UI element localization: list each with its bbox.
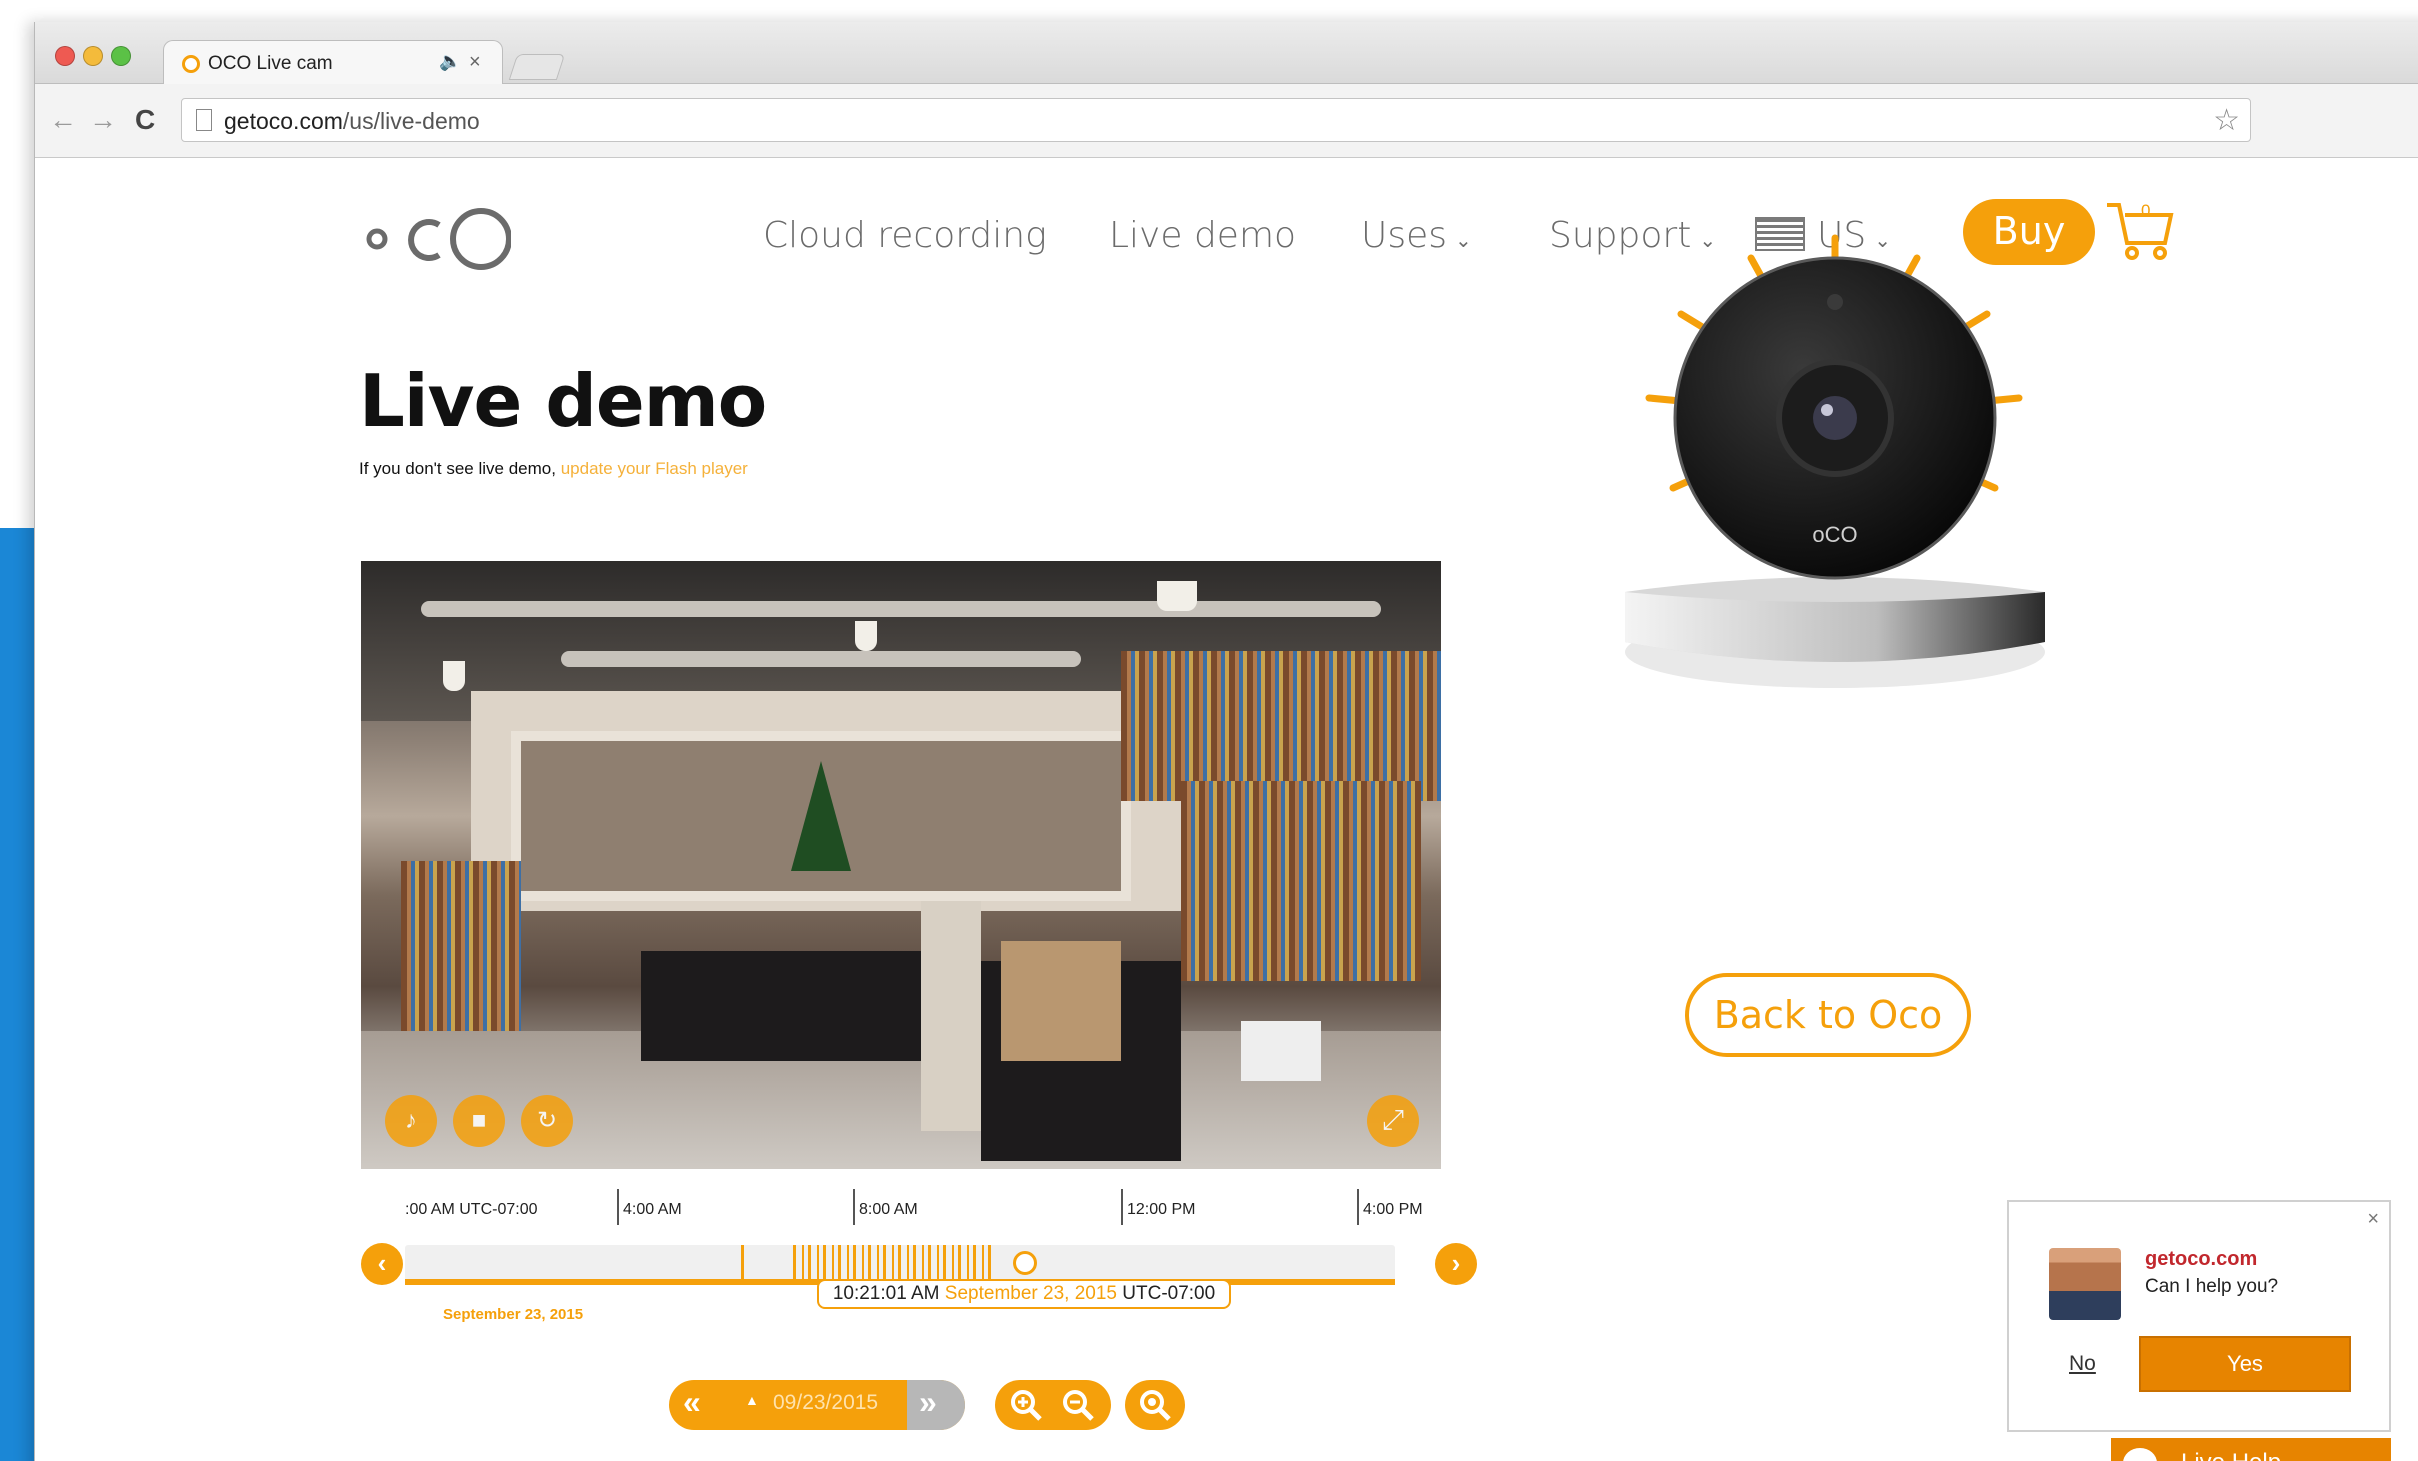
next-day-icon: » xyxy=(919,1384,937,1420)
zoom-reset-button[interactable] xyxy=(1125,1380,1185,1430)
zoom-in-icon[interactable] xyxy=(1009,1388,1043,1422)
fullscreen-icon[interactable]: ⤢ xyxy=(1367,1095,1419,1147)
url-text[interactable]: getoco.com/us/live-demo xyxy=(224,108,480,135)
timeline-time-tooltip: 10:21:01 AM September 23, 2015 UTC-07:00 xyxy=(817,1279,1231,1309)
chat-close-icon[interactable]: × xyxy=(2367,1208,2379,1231)
timeline-prev-button[interactable]: ‹ xyxy=(361,1243,403,1285)
back-to-oco-button[interactable]: Back to Oco xyxy=(1685,973,1971,1057)
video-lamp xyxy=(1157,581,1197,611)
video-box xyxy=(921,901,981,1131)
new-tab-button[interactable] xyxy=(508,54,566,80)
forward-arrow-icon[interactable]: → xyxy=(89,104,117,136)
zoom-reset-icon xyxy=(1140,1390,1171,1421)
oco-favicon-icon xyxy=(182,55,200,73)
live-help-label: Live Help xyxy=(2181,1438,2281,1461)
video-lamp xyxy=(443,661,465,691)
minimize-window-button[interactable] xyxy=(83,46,103,66)
selected-date[interactable]: 09/23/2015 xyxy=(773,1391,878,1415)
page-icon xyxy=(196,109,212,131)
timeline-tick-label: 8:00 AM xyxy=(859,1201,918,1218)
chat-yes-button[interactable]: Yes xyxy=(2139,1336,2351,1392)
oco-camera-illustration: oCO xyxy=(1625,234,2045,688)
title-bar: OCO Live cam 🔈 × xyxy=(35,22,2418,86)
web-page: Cloud recording Live demo Uses ⌄ Support ⌄… xyxy=(35,159,2418,1461)
video-duct xyxy=(561,651,1081,667)
timeline-tick xyxy=(617,1189,619,1225)
timeline-tick xyxy=(853,1189,855,1225)
page-title: Live demo xyxy=(359,359,767,443)
tab-title: OCO Live cam xyxy=(208,53,333,74)
flash-update-link[interactable]: update your Flash player xyxy=(561,459,748,478)
video-bookshelf xyxy=(1121,651,1441,801)
previous-day-icon[interactable]: « xyxy=(683,1384,701,1421)
subtitle-text: If you don't see live demo, xyxy=(359,459,556,478)
video-box xyxy=(1241,1021,1321,1081)
browser-window: OCO Live cam 🔈 × ← → C getoco.com/us/liv… xyxy=(34,22,2418,1461)
video-box xyxy=(1001,941,1121,1061)
bookmark-star-icon[interactable]: ☆ xyxy=(2213,103,2240,138)
timeline-playhead[interactable] xyxy=(1013,1251,1037,1275)
video-duct xyxy=(421,601,1381,617)
video-lamp xyxy=(855,621,877,651)
cart-count: 0 xyxy=(2141,201,2151,220)
zoom-window-button[interactable] xyxy=(111,46,131,66)
nav-cloud-recording[interactable]: Cloud recording xyxy=(763,215,1047,256)
close-tab-icon[interactable]: × xyxy=(469,51,481,74)
refresh-icon[interactable]: ↻ xyxy=(521,1095,573,1147)
timeline-tick-label: :00 AM UTC-07:00 xyxy=(405,1201,538,1218)
date-navigator: « ▲ 09/23/2015 » xyxy=(669,1380,965,1430)
agent-avatar xyxy=(2049,1248,2121,1320)
timeline-start-date: September 23, 2015 xyxy=(443,1306,584,1323)
next-day-button[interactable]: » xyxy=(907,1380,965,1430)
address-bar[interactable]: getoco.com/us/live-demo ☆ xyxy=(181,98,2251,142)
browser-toolbar: ← → C getoco.com/us/live-demo ☆ xyxy=(35,84,2418,158)
chat-question: Can I help you? xyxy=(2145,1276,2279,1297)
video-bookshelf xyxy=(401,861,521,1041)
recording-markers xyxy=(793,1245,993,1279)
live-video[interactable]: ♪ ■ ↻ ⤢ xyxy=(361,561,1441,1169)
zoom-out-icon[interactable] xyxy=(1061,1388,1095,1422)
reload-icon[interactable]: C xyxy=(135,104,155,136)
timeline-tick-label: 12:00 PM xyxy=(1127,1201,1196,1218)
nav-uses[interactable]: Uses ⌄ xyxy=(1361,215,1472,256)
caret-up-icon[interactable]: ▲ xyxy=(745,1392,759,1408)
timeline-next-button[interactable]: › xyxy=(1435,1243,1477,1285)
tooltip-timezone: UTC-07:00 xyxy=(1122,1283,1216,1304)
timeline-tick xyxy=(1357,1189,1359,1225)
chevron-down-icon: ⌄ xyxy=(1455,228,1472,252)
recording-marker xyxy=(741,1245,744,1279)
chat-site-name: getoco.com xyxy=(2145,1248,2258,1270)
timeline-tick-label: 4:00 AM xyxy=(623,1201,682,1218)
tooltip-date: September 23, 2015 xyxy=(944,1283,1117,1304)
speaker-icon[interactable]: 🔈 xyxy=(439,51,461,72)
live-help-button[interactable]: Live Help xyxy=(2111,1438,2391,1461)
cart-icon[interactable] xyxy=(2105,199,2175,261)
oco-logo[interactable] xyxy=(361,203,511,273)
camera-logo: oCO xyxy=(1812,522,1857,547)
nav-uses-label: Uses xyxy=(1361,215,1448,256)
timeline-tick-label: 4:00 PM xyxy=(1363,1201,1423,1218)
zoom-controls xyxy=(995,1380,1111,1430)
tooltip-time: 10:21:01 AM xyxy=(832,1283,940,1304)
chat-popup: × getoco.com Can I help you? No Yes xyxy=(2007,1200,2391,1432)
subtitle: If you don't see live demo, update your … xyxy=(359,459,748,479)
video-christmas-tree xyxy=(791,761,851,871)
chat-no-button[interactable]: No xyxy=(2069,1352,2096,1376)
close-window-button[interactable] xyxy=(55,46,75,66)
stop-icon[interactable]: ■ xyxy=(453,1095,505,1147)
nav-live-demo[interactable]: Live demo xyxy=(1109,215,1296,256)
chat-bubble-icon xyxy=(2123,1448,2157,1461)
video-bookshelf xyxy=(1181,781,1421,981)
recording-timeline[interactable]: :00 AM UTC-07:00 4:00 AM 8:00 AM 12:00 P… xyxy=(361,1189,1479,1309)
volume-icon[interactable]: ♪ xyxy=(385,1095,437,1147)
timeline-tick xyxy=(1121,1189,1123,1225)
back-arrow-icon[interactable]: ← xyxy=(49,104,77,136)
browser-tab[interactable]: OCO Live cam 🔈 × xyxy=(163,40,503,86)
